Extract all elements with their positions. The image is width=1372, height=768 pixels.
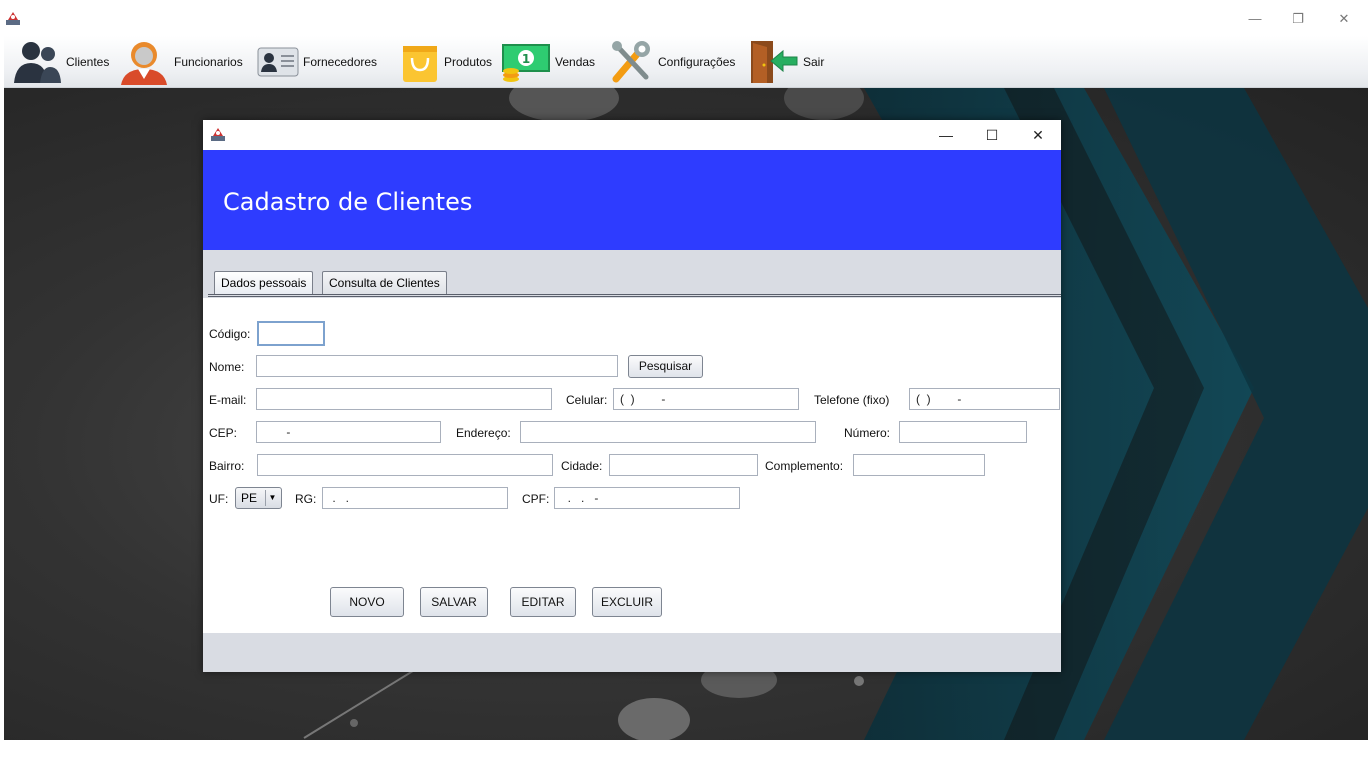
close-button[interactable]: ✕ — [1329, 8, 1359, 30]
menu-item-funcionarios[interactable]: Funcionarios — [118, 38, 243, 86]
frame-footer — [203, 633, 1061, 672]
complemento-input[interactable] — [853, 454, 985, 476]
java-app-icon — [6, 11, 20, 25]
novo-button[interactable]: NOVO — [330, 587, 404, 617]
frame-minimize-button[interactable]: — — [929, 123, 963, 147]
page-title: Cadastro de Clientes — [223, 188, 473, 216]
nome-label: Nome: — [209, 360, 245, 374]
status-strip — [0, 740, 1372, 768]
celular-label: Celular: — [566, 393, 608, 407]
menu-label: Clientes — [66, 55, 110, 69]
cpf-label: CPF: — [522, 492, 550, 506]
salvar-button[interactable]: SALVAR — [420, 587, 488, 617]
menu-bar: Clientes Funcionarios Fornecedores Produ… — [4, 36, 1368, 88]
telefone-input[interactable]: ( ) - — [909, 388, 1060, 410]
editar-button[interactable]: EDITAR — [510, 587, 576, 617]
celular-input[interactable]: ( ) - — [613, 388, 799, 410]
menu-label: Configurações — [658, 55, 736, 69]
menu-item-fornecedores[interactable]: Fornecedores — [257, 38, 377, 86]
cep-label: CEP: — [209, 426, 238, 440]
bairro-input[interactable] — [257, 454, 553, 476]
uf-value: PE — [241, 491, 258, 505]
menu-item-produtos[interactable]: Produtos — [400, 38, 492, 86]
codigo-input[interactable] — [257, 321, 325, 346]
bairro-label: Bairro: — [209, 459, 245, 473]
svg-text:1: 1 — [522, 52, 530, 66]
tab-strip: Dados pessoais Consulta de Clientes — [203, 250, 1061, 298]
excluir-button[interactable]: EXCLUIR — [592, 587, 662, 617]
header-band: Cadastro de Clientes — [203, 150, 1061, 250]
shopping-bag-icon — [400, 40, 440, 84]
app-titlebar: — ❐ ✕ — [0, 0, 1372, 36]
cep-input[interactable]: - — [256, 421, 441, 443]
telefone-label: Telefone (fixo) — [814, 393, 890, 407]
frame-titlebar: — ☐ ✕ — [203, 120, 1061, 150]
frame-maximize-button[interactable]: ☐ — [975, 123, 1009, 147]
menu-label: Vendas — [555, 55, 596, 69]
exit-door-icon — [747, 39, 799, 85]
minimize-button[interactable]: — — [1240, 8, 1270, 30]
rg-label: RG: — [295, 492, 317, 506]
email-input[interactable] — [256, 388, 552, 410]
uf-select[interactable]: PE ▼ — [235, 487, 282, 509]
menu-label: Sair — [803, 55, 825, 69]
email-label: E-mail: — [209, 393, 247, 407]
id-card-icon — [257, 47, 299, 77]
numero-input[interactable] — [899, 421, 1027, 443]
menu-label: Fornecedores — [303, 55, 378, 69]
nome-input[interactable] — [256, 355, 618, 377]
menu-label: Funcionarios — [174, 55, 243, 69]
cidade-input[interactable] — [609, 454, 758, 476]
tab-dados-pessoais[interactable]: Dados pessoais — [214, 271, 314, 294]
money-icon: 1 — [501, 39, 551, 85]
tools-icon — [608, 39, 654, 85]
clients-icon — [12, 39, 62, 85]
menu-item-vendas[interactable]: 1 Vendas — [501, 38, 595, 86]
cidade-label: Cidade: — [561, 459, 603, 473]
endereco-label: Endereço: — [456, 426, 511, 440]
rg-input[interactable]: . . — [322, 487, 508, 509]
complemento-label: Complemento: — [765, 459, 844, 473]
menu-item-sair[interactable]: Sair — [747, 38, 824, 86]
tab-divider — [208, 294, 1061, 297]
restore-button[interactable]: ❐ — [1283, 8, 1313, 30]
tab-consulta-de-clientes[interactable]: Consulta de Clientes — [322, 271, 447, 294]
pesquisar-button[interactable]: Pesquisar — [628, 355, 703, 378]
frame-close-button[interactable]: ✕ — [1021, 123, 1055, 147]
menu-label: Produtos — [444, 55, 493, 69]
endereco-input[interactable] — [520, 421, 816, 443]
cpf-input[interactable]: . . - — [554, 487, 740, 509]
java-app-icon — [211, 127, 225, 141]
numero-label: Número: — [844, 426, 891, 440]
menu-item-clientes[interactable]: Clientes — [12, 38, 109, 86]
menu-item-configuracoes[interactable]: Configurações — [608, 38, 735, 86]
codigo-label: Código: — [209, 327, 251, 341]
clientes-frame: — ☐ ✕ Cadastro de Clientes Dados pessoai… — [203, 120, 1061, 672]
chevron-down-icon[interactable]: ▼ — [265, 490, 279, 506]
employee-icon — [118, 39, 170, 85]
uf-label: UF: — [209, 492, 229, 506]
